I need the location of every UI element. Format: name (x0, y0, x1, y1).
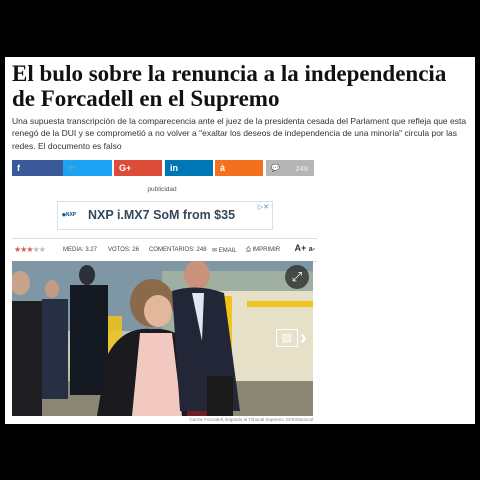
expand-icon: ⤢ (291, 269, 303, 284)
comments-share-button[interactable]: 💬 248 (266, 160, 314, 176)
chevron-right-icon: › (300, 327, 307, 349)
votes-count: VOTOS: 26 (108, 247, 139, 253)
nxp-logo: ◆NXP (62, 212, 77, 218)
star-icon[interactable]: ★ (39, 245, 46, 254)
comment-bubble-icon: 💬 (271, 165, 280, 172)
ad-banner[interactable]: ◆NXP NXP i.MX7 SoM from $35 ▷✕ (57, 201, 273, 230)
font-smaller-button[interactable]: a- (309, 246, 315, 253)
google-plus-icon: G+ (119, 163, 132, 173)
font-size-controls: A+ a- (294, 243, 315, 253)
envelope-icon: ✉ (212, 248, 219, 254)
google-plus-share-button[interactable]: G+ (114, 160, 162, 176)
article-photo[interactable]: ⤢ ▨ › (12, 261, 313, 416)
expand-photo-button[interactable]: ⤢ (285, 265, 309, 289)
article-lede: Una supuesta transcripción de la compare… (12, 116, 467, 151)
ad-label: publicidad (147, 186, 177, 193)
gallery-icon: ▨ (281, 332, 293, 344)
twitter-icon: 🐦 (68, 165, 77, 172)
adchoices-icon[interactable]: ▷✕ (258, 203, 269, 211)
article-meta-bar: ★★★★★ MEDIA: 3.27 VOTOS: 26 COMENTARIOS:… (12, 238, 317, 262)
article-headline: El bulo sobre la renuncia a la independe… (12, 61, 447, 111)
print-link[interactable]: ⎙ IMPRIMIR (246, 247, 280, 254)
comments-count: 248 (295, 163, 308, 173)
font-larger-button[interactable]: A+ (294, 243, 306, 253)
rating-stars[interactable]: ★★★★★ (14, 245, 46, 254)
photo-scene (12, 261, 313, 416)
email-link[interactable]: ✉ EMAIL (212, 247, 237, 254)
article-page: El bulo sobre la renuncia a la independe… (5, 57, 475, 424)
linkedin-share-button[interactable]: in (165, 160, 213, 176)
comments-link[interactable]: COMENTARIOS: 248 (149, 247, 207, 253)
photo-caption: Carme Forcadell, llegando al Tribunal Su… (189, 417, 313, 422)
next-photo-button[interactable]: › (300, 327, 307, 350)
ad-text[interactable]: NXP i.MX7 SoM from $35 (88, 208, 235, 222)
twitter-share-button[interactable]: 🐦 (63, 160, 112, 176)
linkedin-icon: in (170, 163, 178, 173)
meneame-icon: ȧ (220, 163, 226, 173)
media-rating: MEDIA: 3.27 (63, 247, 98, 253)
gallery-button[interactable]: ▨ (276, 329, 298, 347)
meneame-share-button[interactable]: ȧ (215, 160, 263, 176)
facebook-icon: f (17, 163, 20, 173)
